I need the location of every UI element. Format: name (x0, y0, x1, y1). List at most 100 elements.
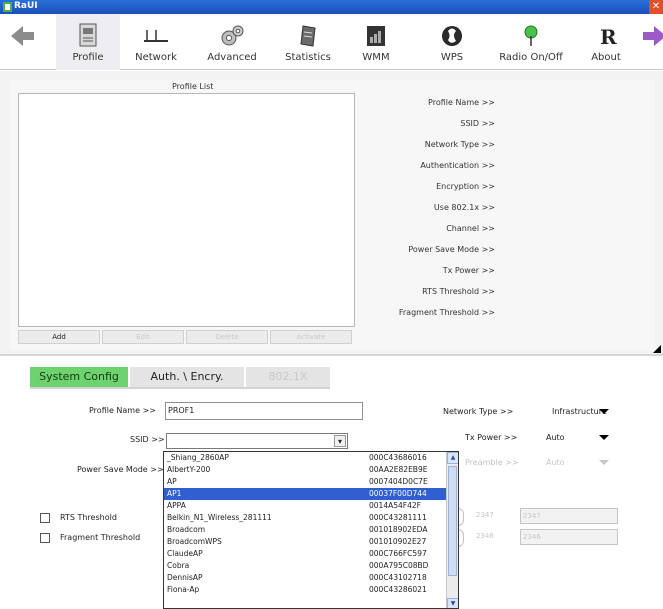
tx-power-label: Tx Power >> (465, 433, 518, 442)
ssid-option-mac: 000C766FC597 (369, 549, 427, 558)
toolbar-wps[interactable]: WPS (425, 14, 479, 70)
profile-list[interactable] (18, 93, 355, 327)
ssid-option-mac: 000C43286021 (369, 585, 427, 594)
fragment-min-value: 2346 (476, 532, 494, 540)
scroll-down-icon[interactable]: ▼ (447, 598, 458, 608)
detail-channel: Channel >> (446, 224, 495, 233)
ssid-option[interactable]: Belkin_N1_Wireless_281111 000C43281111 (164, 512, 447, 524)
statistics-icon (300, 25, 316, 47)
ssid-option-name: AP1 (167, 489, 182, 498)
ssid-option-mac: 0007404D0C7E (369, 477, 428, 486)
toolbar-network[interactable]: Network (125, 14, 187, 70)
ssid-option[interactable]: Fiona-Ap 000C43286021 (164, 584, 447, 596)
fragment-threshold-label: Fragment Threshold (60, 533, 141, 542)
ssid-option[interactable]: BroadcomWPS 001010902E27 (164, 536, 447, 548)
toolbar-wmm[interactable]: WMM (350, 14, 402, 70)
ssid-option-mac: 001010902E27 (369, 537, 427, 546)
ssid-option-mac: 000C43102718 (369, 573, 427, 582)
resize-handle[interactable] (653, 345, 661, 353)
tx-power-caret-icon[interactable] (599, 435, 609, 440)
ssid-option[interactable]: Cobra 000A795C08BD (164, 560, 447, 572)
ssid-option-name: ClaudeAP (167, 549, 203, 558)
forward-button[interactable] (637, 14, 663, 70)
toolbar-advanced[interactable]: Advanced (197, 14, 267, 70)
fragment-threshold-checkbox[interactable] (40, 533, 50, 543)
window-title: RaUI (14, 1, 38, 11)
preamble-value[interactable]: Auto (546, 458, 565, 467)
ssid-option-mac: 000C43686016 (369, 453, 427, 462)
toolbar-label: Profile (72, 52, 104, 63)
rts-threshold-label: RTS Threshold (60, 513, 117, 522)
toolbar-label: Statistics (285, 52, 331, 63)
app-logo-icon (3, 2, 12, 12)
ssid-option[interactable]: AP 0007404D0C7E (164, 476, 447, 488)
fragment-threshold-input[interactable]: 2346 (520, 529, 618, 545)
power-save-label: Power Save Mode >> (77, 465, 164, 474)
toolbar-profile[interactable]: Profile (56, 14, 120, 70)
chevron-down-icon: ▾ (337, 437, 342, 446)
network-type-caret-icon[interactable] (599, 409, 609, 414)
ssid-option[interactable]: Broadcom 001018902EDA (164, 524, 447, 536)
tab-8021x[interactable]: 802.1X (246, 367, 330, 387)
preamble-caret-icon[interactable] (599, 460, 609, 465)
gears-icon (221, 25, 244, 46)
toolbar-radio-onoff[interactable]: Radio On/Off (490, 14, 572, 70)
detail-power-save-mode: Power Save Mode >> (408, 245, 495, 254)
ssid-option-mac: 00AA2E82EB9E (369, 465, 428, 474)
profile-name-label: Profile Name >> (89, 406, 156, 415)
ssid-dropdown-button[interactable]: ▾ (334, 435, 346, 447)
wmm-icon (367, 26, 385, 46)
tx-power-value[interactable]: Auto (546, 433, 565, 442)
scroll-up-icon[interactable]: ▲ (447, 452, 458, 464)
ssid-option[interactable]: APPA 0014A54F42F (164, 500, 447, 512)
detail-authentication: Authentication >> (420, 161, 495, 170)
ssid-option-mac: 000A795C08BD (369, 561, 429, 570)
toolbar-label: WPS (440, 52, 464, 63)
profile-icon (79, 23, 97, 47)
ssid-option-mac: 001018902EDA (369, 525, 428, 534)
ssid-option[interactable]: AlbertY-200 00AA2E82EB9E (164, 464, 447, 476)
back-button[interactable] (0, 14, 44, 70)
ssid-option-mac: 000C43281111 (369, 513, 427, 522)
ssid-dropdown-list[interactable]: _Shiang_2860AP 000C43686016 AlbertY-200 00… (163, 451, 459, 609)
wps-icon (442, 26, 462, 46)
ssid-option-name: AP (167, 477, 177, 486)
ssid-option-name: _Shiang_2860AP (167, 453, 229, 462)
edit-button[interactable]: Edit (102, 330, 184, 344)
toolbar-label: WMM (362, 52, 390, 63)
ssid-option-selected[interactable]: AP1 00037F00D744 (164, 488, 447, 500)
toolbar-label: Network (135, 52, 177, 63)
ssid-option[interactable]: _Shiang_2860AP 000C43686016 (164, 452, 447, 464)
ssid-option-name: Cobra (167, 561, 190, 570)
detail-rts-threshold: RTS Threshold >> (422, 287, 495, 296)
ssid-combobox[interactable]: ▾ (166, 433, 348, 449)
profile-name-field[interactable]: PROF1 (165, 402, 363, 420)
ssid-option-name: BroadcomWPS (167, 537, 222, 546)
tab-auth-encry[interactable]: Auth. \ Encry. (130, 367, 244, 387)
ssid-option-name: Fiona-Ap (167, 585, 200, 594)
ssid-option-name: DennisAP (167, 573, 203, 582)
ssid-option[interactable]: ClaudeAP 000C766FC597 (164, 548, 447, 560)
panel-divider (0, 354, 663, 356)
forward-arrow-icon (643, 26, 663, 46)
detail-network-type: Network Type >> (424, 140, 495, 149)
activate-button[interactable]: Activate (270, 330, 352, 344)
ssid-option[interactable]: DennisAP 000C43102718 (164, 572, 447, 584)
rts-threshold-checkbox[interactable] (40, 513, 50, 523)
toolbar-about[interactable]: R About (580, 14, 632, 70)
delete-button[interactable]: Delete (186, 330, 268, 344)
toolbar-statistics[interactable]: Statistics (273, 14, 343, 70)
toolbar-label: Radio On/Off (499, 52, 563, 63)
ssid-dropdown-scrollbar[interactable]: ▲ ▼ (446, 452, 458, 608)
close-button[interactable]: ✕ (649, 0, 663, 14)
add-button[interactable]: Add (18, 330, 100, 344)
rts-threshold-input[interactable]: 2347 (520, 508, 618, 524)
network-type-label: Network Type >> (443, 407, 514, 416)
close-icon: ✕ (651, 1, 661, 12)
scroll-thumb[interactable] (448, 466, 457, 576)
tab-underline (30, 387, 330, 389)
detail-profile-name: Profile Name >> (428, 98, 495, 107)
tab-system-config[interactable]: System Config (30, 367, 128, 387)
ssid-option-name: APPA (167, 501, 186, 510)
detail-encryption: Encryption >> (436, 182, 495, 191)
